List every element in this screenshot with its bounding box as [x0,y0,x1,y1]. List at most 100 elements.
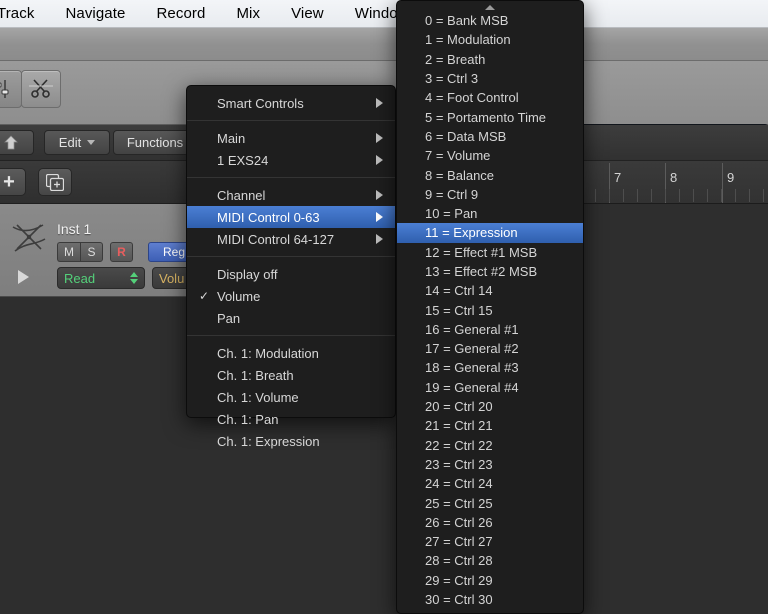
automation-parameter-context-menu[interactable]: Smart Controls Main 1 EXS24 Channel MIDI Con… [186,85,396,449]
submenu-arrow-icon [376,212,383,222]
disclosure-triangle-icon[interactable] [18,270,29,284]
automation-mode-selector[interactable]: Read [57,267,145,289]
submenu-item-cc-26[interactable]: 26 = Ctrl 26 [397,513,583,532]
submenu-item-cc-8[interactable]: 8 = Balance [397,165,583,184]
edit-menu-button[interactable]: Edit [44,130,110,155]
solo-button[interactable]: S [80,242,103,262]
submenu-item-cc-27[interactable]: 27 = Ctrl 27 [397,532,583,551]
ruler-sub-tick [665,189,666,202]
ruler-bar-number: 8 [670,170,678,185]
submenu-item-label: 15 = Ctrl 15 [425,302,493,318]
add-track-button[interactable]: + [0,168,26,196]
submenu-item-cc-2[interactable]: 2 = Breath [397,50,583,69]
submenu-item-cc-3[interactable]: 3 = Ctrl 3 [397,69,583,88]
automation-mode-label: Read [64,270,96,286]
submenu-item-cc-23[interactable]: 23 = Ctrl 23 [397,455,583,474]
menu-item-midi-control-64-127[interactable]: MIDI Control 64-127 [187,228,395,250]
submenu-arrow-icon [376,155,383,165]
menu-item-ch-1-pan[interactable]: Ch. 1: Pan [187,408,395,430]
ruler-sub-tick [707,189,708,202]
submenu-item-label: 2 = Breath [425,51,486,67]
menu-item-label: Ch. 1: Pan [217,411,279,427]
submenu-item-label: 6 = Data MSB [425,128,507,144]
submenu-item-label: 12 = Effect #1 MSB [425,244,538,260]
scissors-button[interactable] [21,70,61,108]
ruler-sub-tick [595,189,596,202]
submenu-item-cc-15[interactable]: 15 = Ctrl 15 [397,300,583,319]
submenu-item-cc-13[interactable]: 13 = Effect #2 MSB [397,262,583,281]
submenu-item-label: 21 = Ctrl 21 [425,418,493,434]
submenu-item-label: 0 = Bank MSB [425,13,509,29]
midi-control-0-63-submenu[interactable]: 0 = Bank MSB 1 = Modulation 2 = Breath 3 = … [396,0,584,614]
submenu-item-cc-17[interactable]: 17 = General #2 [397,339,583,358]
menubar-item-view[interactable]: View [291,5,324,22]
submenu-item-cc-16[interactable]: 16 = General #1 [397,320,583,339]
submenu-item-label: 30 = Ctrl 30 [425,592,493,608]
functions-menu-button[interactable]: Functions [113,130,197,155]
menubar-item-mix[interactable]: Mix [236,5,260,22]
mute-button[interactable]: M [57,242,80,262]
submenu-item-cc-10[interactable]: 10 = Pan [397,204,583,223]
submenu-item-cc-7[interactable]: 7 = Volume [397,146,583,165]
submenu-item-cc-1[interactable]: 1 = Modulation [397,30,583,49]
instrument-icon [8,220,52,260]
menu-item-ch-1-modulation[interactable]: Ch. 1: Modulation [187,342,395,364]
record-enable-button[interactable]: R [110,242,133,262]
menu-item-ch-1-breath[interactable]: Ch. 1: Breath [187,364,395,386]
submenu-item-label: 5 = Portamento Time [425,109,547,125]
menu-item-main[interactable]: Main [187,127,395,149]
submenu-item-cc-29[interactable]: 29 = Ctrl 29 [397,571,583,590]
submenu-item-cc-18[interactable]: 18 = General #3 [397,358,583,377]
menu-item-ch-1-volume[interactable]: Ch. 1: Volume [187,386,395,408]
submenu-item-label: 27 = Ctrl 27 [425,534,493,550]
submenu-item-label: 9 = Ctrl 9 [425,186,479,202]
duplicate-track-button[interactable] [38,168,72,196]
menu-item-1-exs24[interactable]: 1 EXS24 [187,149,395,171]
automation-parameter-label: Volu [159,270,185,286]
menu-item-midi-control-0-63[interactable]: MIDI Control 0-63 [187,206,395,228]
scissors-icon [29,78,53,100]
submenu-item-cc-12[interactable]: 12 = Effect #1 MSB [397,243,583,262]
submenu-item-cc-5[interactable]: 5 = Portamento Time [397,107,583,126]
menu-item-channel[interactable]: Channel [187,184,395,206]
ruler-sub-tick [763,189,764,202]
mixer-faders-button[interactable] [0,70,22,108]
menu-item-display-off[interactable]: Display off [187,263,395,285]
submenu-item-label: 14 = Ctrl 14 [425,283,493,299]
submenu-item-label: 13 = Effect #2 MSB [425,264,538,279]
submenu-item-cc-20[interactable]: 20 = Ctrl 20 [397,397,583,416]
submenu-item-cc-25[interactable]: 25 = Ctrl 25 [397,493,583,512]
menu-item-ch-1-expression[interactable]: Ch. 1: Expression [187,430,395,452]
hierarchy-up-button[interactable] [0,130,34,155]
menu-item-volume[interactable]: ✓ Volume [187,285,395,307]
menu-item-pan[interactable]: Pan [187,307,395,329]
menu-item-label: Pan [217,310,241,326]
menu-item-label: Smart Controls [217,95,304,111]
submenu-item-cc-21[interactable]: 21 = Ctrl 21 [397,416,583,435]
submenu-item-cc-9[interactable]: 9 = Ctrl 9 [397,185,583,204]
bar-ruler[interactable]: 7 8 9 [575,161,768,204]
submenu-item-cc-0[interactable]: 0 = Bank MSB [397,11,583,30]
menu-item-label: Volume [217,288,261,304]
menu-item-label: Channel [217,187,266,203]
submenu-item-cc-4[interactable]: 4 = Foot Control [397,88,583,107]
window-title-bar[interactable]: Logic CC Lanes - T [0,28,768,61]
ruler-bar-tick [722,163,723,203]
checkmark-icon: ✓ [199,289,210,303]
ruler-sub-tick [623,189,624,202]
submenu-item-cc-11[interactable]: 11 = Expression [397,223,583,243]
submenu-item-cc-14[interactable]: 14 = Ctrl 14 [397,281,583,300]
menubar-item-navigate[interactable]: Navigate [65,5,125,22]
menubar-item-record[interactable]: Record [156,5,205,22]
submenu-item-cc-24[interactable]: 24 = Ctrl 24 [397,474,583,493]
submenu-item-cc-28[interactable]: 28 = Ctrl 28 [397,551,583,570]
menu-item-smart-controls[interactable]: Smart Controls [187,92,395,114]
submenu-item-cc-19[interactable]: 19 = General #4 [397,378,583,397]
submenu-item-cc-6[interactable]: 6 = Data MSB [397,127,583,146]
menubar-item-track[interactable]: Track [0,5,34,22]
submenu-item-cc-31[interactable]: 31 = Ctrl 31 [397,609,583,613]
submenu-item-cc-30[interactable]: 30 = Ctrl 30 [397,590,583,609]
menu-item-label: Display off [217,266,278,282]
submenu-item-cc-22[interactable]: 22 = Ctrl 22 [397,436,583,455]
scroll-up-arrow-icon[interactable] [397,3,583,12]
